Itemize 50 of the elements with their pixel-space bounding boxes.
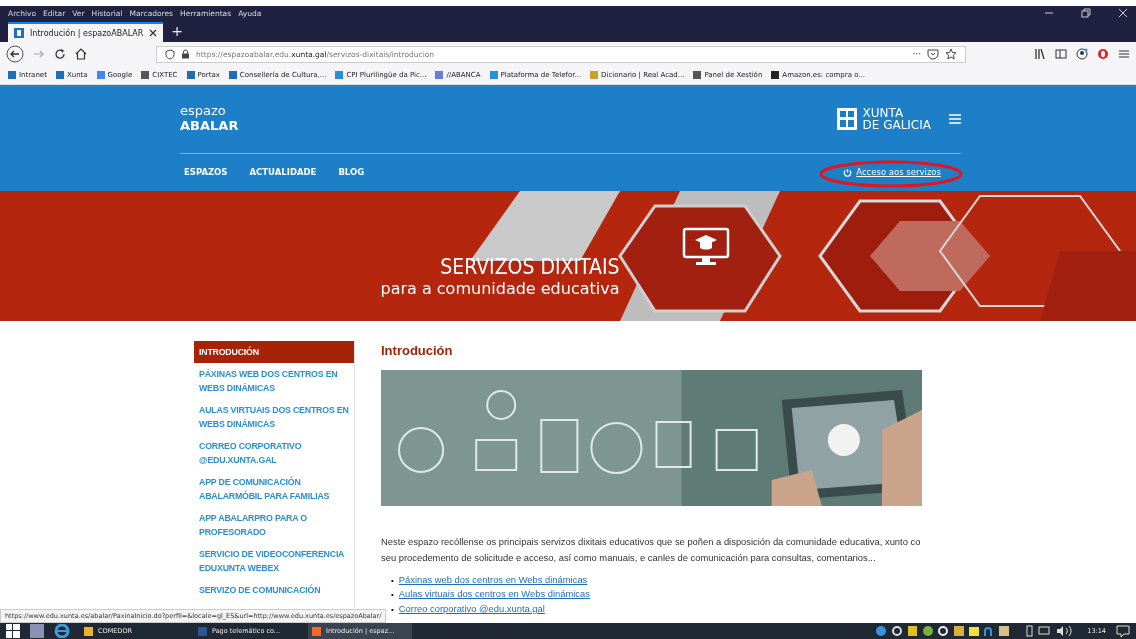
back-icon[interactable] — [6, 45, 24, 63]
notification-icon[interactable] — [1116, 624, 1130, 638]
favicon-icon — [14, 28, 24, 38]
new-tab-button[interactable]: + — [163, 23, 192, 39]
banner-subtitle: para a comunidade educativa — [380, 278, 620, 298]
article-title: Introdución — [381, 343, 454, 358]
service-link[interactable]: Aulas virtuais dos centros en Webs dinámicas — [398, 588, 590, 600]
home-icon[interactable] — [75, 48, 87, 60]
power-icon — [843, 167, 853, 177]
xunta-emblem-icon — [836, 108, 857, 130]
sidebar-item[interactable]: SERVICIO DE VIDEOCONFERENCIA EDUXUNTA WEBEX — [194, 543, 354, 579]
pocket-icon[interactable] — [927, 48, 939, 60]
sidebar-item[interactable]: SERVIZO DE COMUNICACIÓN — [194, 579, 354, 601]
lock-icon — [181, 49, 190, 59]
brand-text: XUNTA — [862, 107, 905, 119]
page-actions-button[interactable]: ··· — [912, 49, 921, 59]
reload-icon[interactable] — [54, 48, 66, 60]
brand-text: DE GALICIA — [862, 119, 931, 131]
sidebar-item[interactable]: PÁXINAS WEB DOS CENTROS EN WEBS DINÁMICAS — [194, 363, 354, 399]
menu-icon[interactable] — [949, 114, 961, 124]
logo-text[interactable]: espazo — [180, 104, 239, 119]
sidebar-item[interactable]: AULAS VIRTUAIS DOS CENTROS EN WEBS DINÁMICAS — [194, 399, 354, 435]
sidebar-item[interactable]: APP ABALARPRO PARA O PROFESORADO — [194, 507, 354, 543]
logo-text[interactable]: ABALAR — [180, 119, 239, 134]
service-link[interactable]: Páxinas web dos centros en Webs dinámicas — [398, 573, 588, 585]
bookmark-star-icon[interactable] — [945, 48, 957, 60]
menu-icon[interactable] — [1118, 48, 1130, 60]
bullet: • — [391, 590, 394, 600]
monitor-graduation-icon — [682, 227, 730, 267]
account-icon[interactable] — [1076, 48, 1088, 60]
sidebar-item[interactable]: APP DE COMUNICACIÓN ABALARMÓBIL PARA FAMILIAS — [194, 471, 354, 507]
shield-icon — [165, 48, 175, 60]
internet-explorer-icon[interactable] — [54, 624, 70, 638]
restore-icon[interactable] — [1081, 8, 1091, 18]
banner-title: SERVIZOS DIXITAIS — [440, 254, 620, 279]
browser-tab[interactable]: Introdución | espazoABALAR — [8, 22, 164, 42]
nav-link[interactable]: ACTUALIDADE — [249, 167, 317, 177]
intro-paragraph: Neste espazo recóllense os principais servizos dixitais educativos que se poñen a disposición da comunidade educativa, xunto co seu procedemento de solicitude e acceso, así como manuais, e canles de comunicación para consultas, comentarios... — [381, 535, 922, 566]
nav-link[interactable]: ESPAZOS — [184, 167, 228, 177]
windows-start-icon[interactable] — [6, 624, 20, 638]
close-icon[interactable] — [149, 29, 158, 37]
sidebar-item[interactable]: INTRODUCIÓN — [194, 341, 354, 363]
opera-icon[interactable] — [1097, 48, 1109, 60]
nav-link[interactable]: BLOG — [338, 167, 365, 177]
sidebar-icon[interactable] — [1055, 48, 1067, 60]
bullet: • — [391, 605, 394, 615]
service-link[interactable]: Correo corporativo @edu.xunta.gal — [398, 603, 545, 615]
bullet: • — [391, 575, 394, 585]
sidebar-item[interactable]: CORREO CORPORATIVO @EDU.XUNTA.GAL — [194, 435, 354, 471]
library-icon[interactable] — [1034, 48, 1046, 60]
